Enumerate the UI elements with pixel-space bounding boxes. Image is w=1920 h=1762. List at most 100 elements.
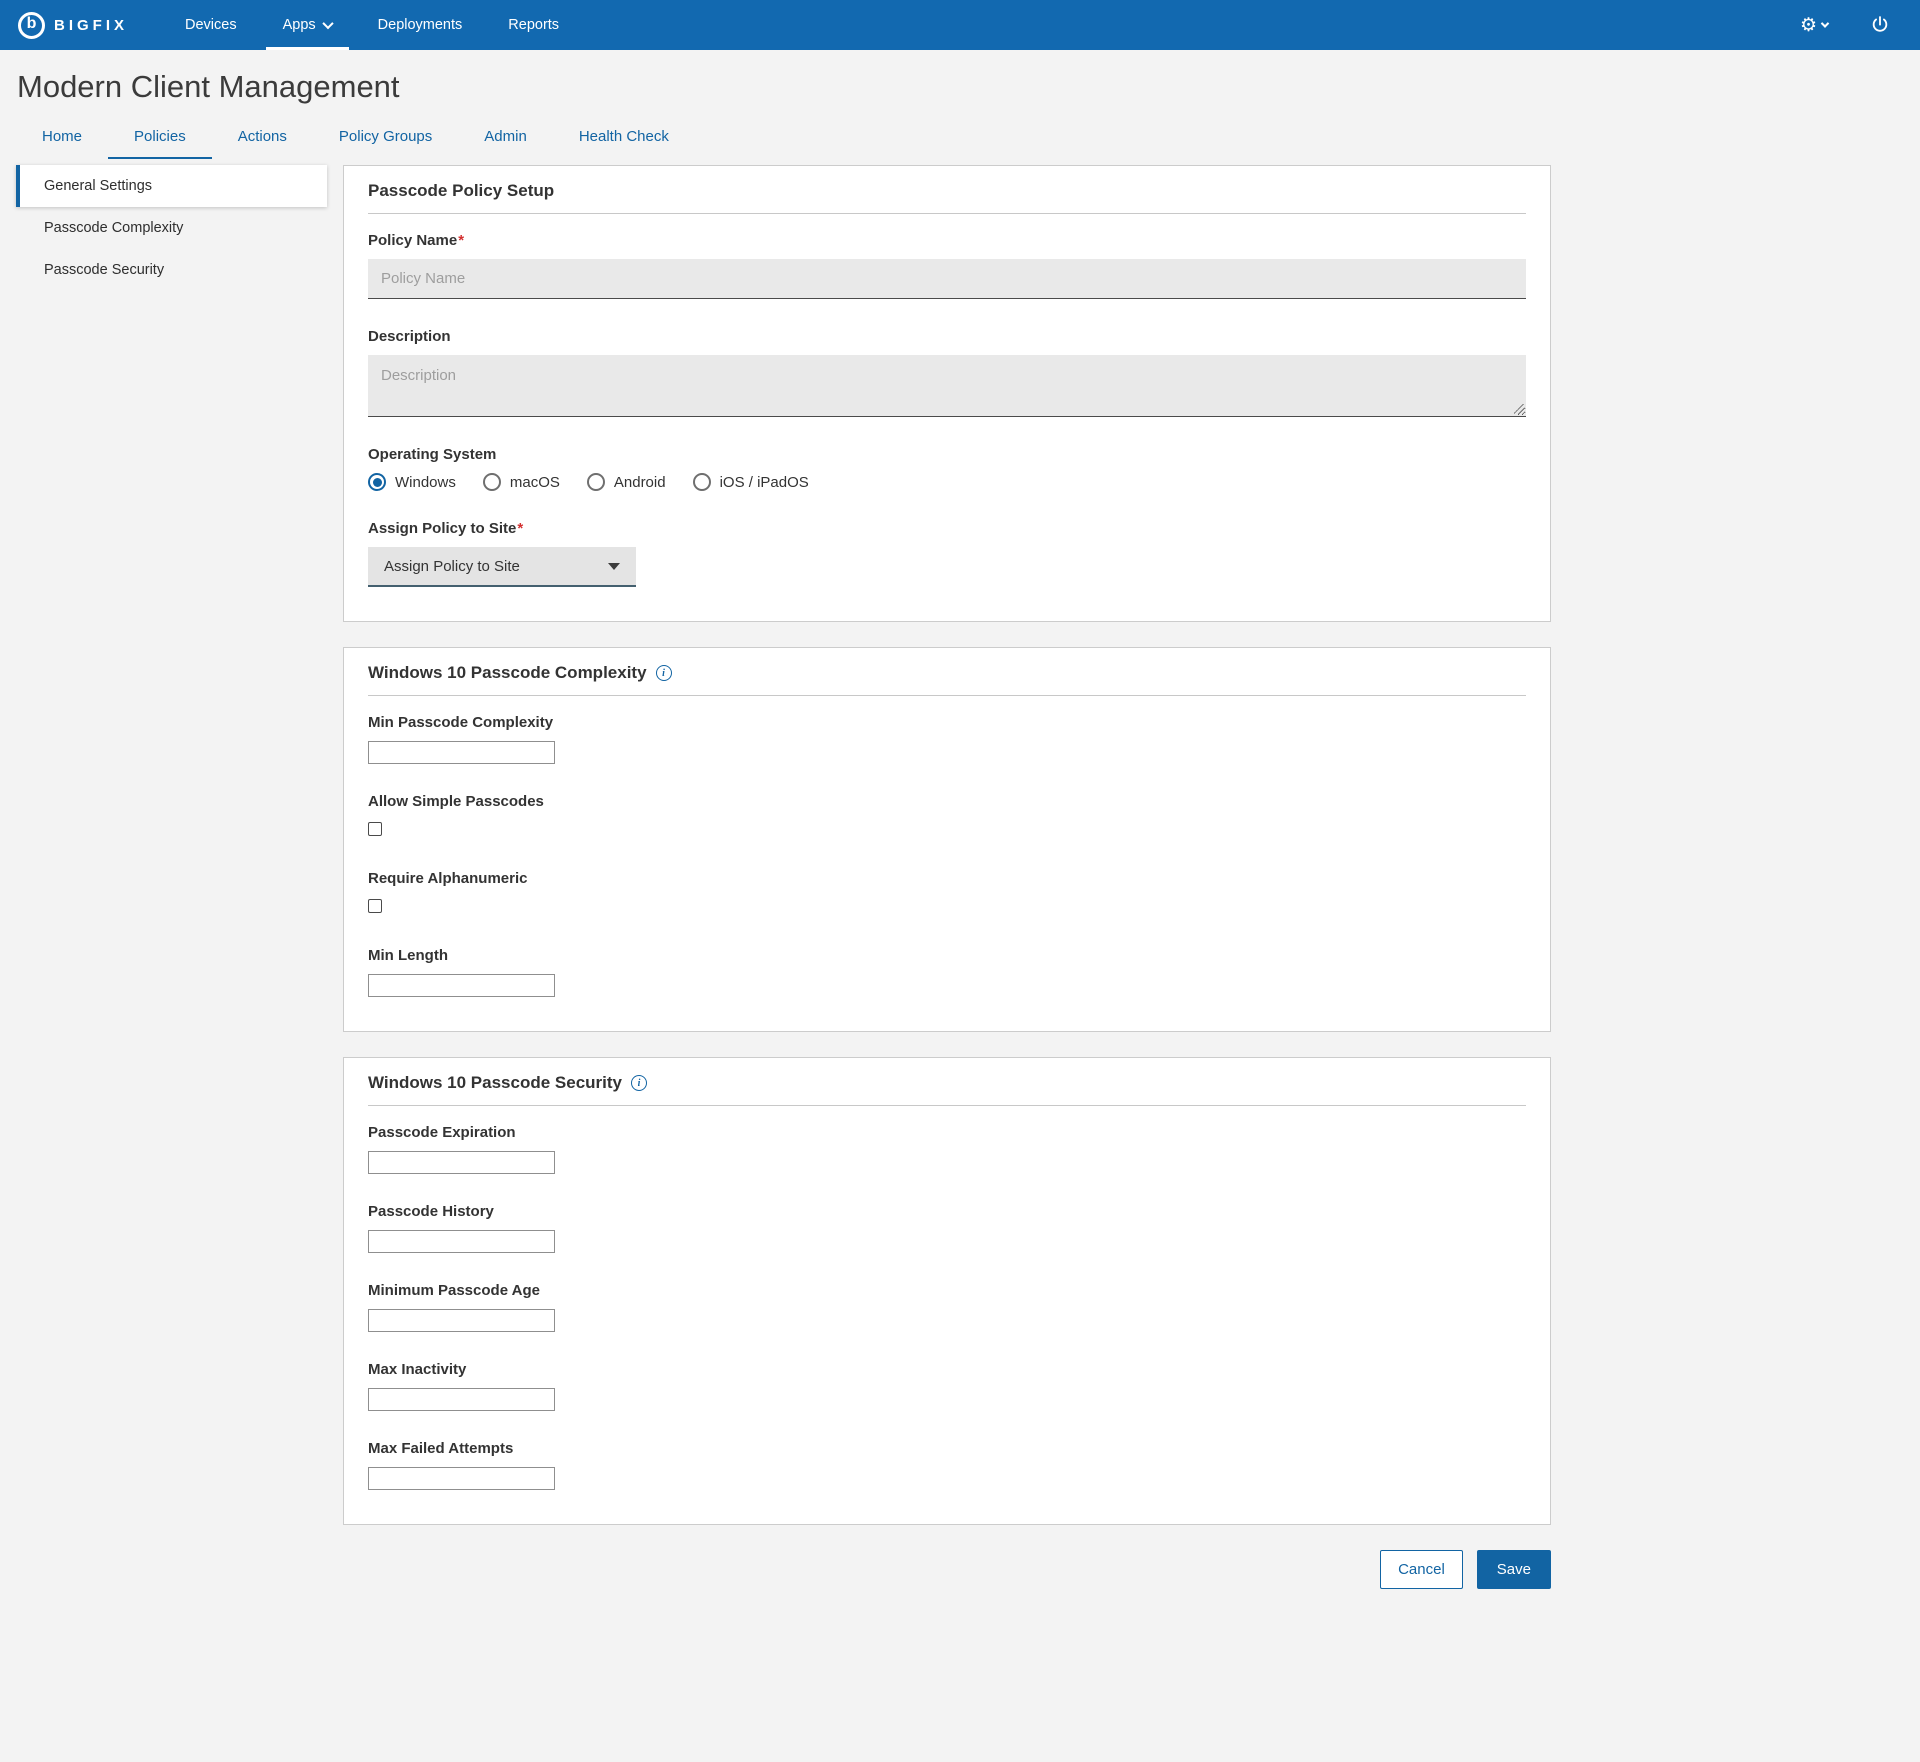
allow-simple-passcodes-field: Allow Simple Passcodes bbox=[368, 793, 1526, 841]
panel-title: Windows 10 Passcode Security i bbox=[368, 1073, 1526, 1106]
radio-selected-icon bbox=[368, 473, 386, 491]
assign-policy-site-dropdown[interactable]: Assign Policy to Site bbox=[368, 547, 636, 587]
info-icon[interactable]: i bbox=[631, 1075, 647, 1091]
operating-system-field: Operating System Windows macOS Android bbox=[368, 446, 1526, 491]
panel-title: Windows 10 Passcode Complexity i bbox=[368, 663, 1526, 696]
dropdown-selected-value: Assign Policy to Site bbox=[384, 558, 520, 575]
min-length-input[interactable] bbox=[368, 974, 555, 997]
policies-sidebar: General Settings Passcode Complexity Pas… bbox=[16, 165, 327, 291]
nav-item-apps-label: Apps bbox=[283, 17, 316, 33]
radio-android[interactable]: Android bbox=[587, 473, 666, 491]
field-label: Min Length bbox=[368, 947, 1526, 964]
panel-title: Passcode Policy Setup bbox=[368, 181, 1526, 214]
policy-name-input[interactable] bbox=[368, 259, 1526, 299]
description-field: Description bbox=[368, 328, 1526, 417]
passcode-expiration-input[interactable] bbox=[368, 1151, 555, 1174]
radio-label: macOS bbox=[510, 474, 560, 491]
radio-windows[interactable]: Windows bbox=[368, 473, 456, 491]
radio-label: Android bbox=[614, 474, 666, 491]
tab-actions[interactable]: Actions bbox=[212, 113, 313, 159]
power-icon bbox=[1870, 15, 1890, 35]
operating-system-label: Operating System bbox=[368, 446, 1526, 463]
passcode-history-input[interactable] bbox=[368, 1230, 555, 1253]
tab-home[interactable]: Home bbox=[16, 113, 108, 159]
nav-item-devices[interactable]: Devices bbox=[162, 0, 260, 50]
windows10-passcode-complexity-panel: Windows 10 Passcode Complexity i Min Pas… bbox=[343, 647, 1551, 1032]
tab-admin[interactable]: Admin bbox=[458, 113, 553, 159]
radio-icon bbox=[693, 473, 711, 491]
tab-policy-groups[interactable]: Policy Groups bbox=[313, 113, 458, 159]
assign-policy-site-field: Assign Policy to Site* Assign Policy to … bbox=[368, 520, 1526, 587]
description-textarea[interactable] bbox=[368, 355, 1526, 417]
main-content: Passcode Policy Setup Policy Name* Descr… bbox=[343, 165, 1551, 1589]
policy-name-field: Policy Name* bbox=[368, 232, 1526, 299]
max-inactivity-field: Max Inactivity bbox=[368, 1361, 1526, 1411]
field-label: Max Failed Attempts bbox=[368, 1440, 1526, 1457]
assign-policy-site-label: Assign Policy to Site* bbox=[368, 520, 1526, 537]
radio-icon bbox=[587, 473, 605, 491]
bigfix-brand[interactable]: b BIGFIX bbox=[18, 12, 128, 39]
chevron-down-icon bbox=[1821, 19, 1829, 27]
operating-system-radio-group: Windows macOS Android iOS / iPadOS bbox=[368, 473, 1526, 491]
radio-icon bbox=[483, 473, 501, 491]
min-passcode-complexity-input[interactable] bbox=[368, 741, 555, 764]
nav-item-deployments[interactable]: Deployments bbox=[355, 0, 486, 50]
max-inactivity-input[interactable] bbox=[368, 1388, 555, 1411]
main-nav: Devices Apps Deployments Reports bbox=[162, 0, 582, 50]
brand-name: BIGFIX bbox=[54, 17, 128, 34]
require-alphanumeric-field: Require Alphanumeric bbox=[368, 870, 1526, 918]
passcode-history-field: Passcode History bbox=[368, 1203, 1526, 1253]
passcode-policy-setup-panel: Passcode Policy Setup Policy Name* Descr… bbox=[343, 165, 1551, 622]
max-failed-attempts-input[interactable] bbox=[368, 1467, 555, 1490]
bigfix-logo-icon: b bbox=[18, 12, 45, 39]
allow-simple-passcodes-checkbox[interactable] bbox=[368, 822, 382, 836]
required-marker: * bbox=[517, 520, 523, 537]
logout-power-button[interactable] bbox=[1870, 15, 1890, 35]
tab-health-check[interactable]: Health Check bbox=[553, 113, 695, 159]
field-label: Passcode History bbox=[368, 1203, 1526, 1220]
page-title: Modern Client Management bbox=[0, 50, 1920, 113]
max-failed-attempts-field: Max Failed Attempts bbox=[368, 1440, 1526, 1490]
save-button[interactable]: Save bbox=[1477, 1550, 1551, 1589]
panel-title-text: Windows 10 Passcode Complexity bbox=[368, 663, 647, 683]
panel-title-text: Windows 10 Passcode Security bbox=[368, 1073, 622, 1093]
gear-icon: ⚙ bbox=[1800, 16, 1817, 35]
field-label: Max Inactivity bbox=[368, 1361, 1526, 1378]
nav-item-reports[interactable]: Reports bbox=[485, 0, 582, 50]
require-alphanumeric-checkbox[interactable] bbox=[368, 899, 382, 913]
required-marker: * bbox=[458, 232, 464, 249]
info-icon[interactable]: i bbox=[656, 665, 672, 681]
sidebar-item-passcode-security[interactable]: Passcode Security bbox=[16, 249, 327, 291]
min-length-field: Min Length bbox=[368, 947, 1526, 997]
minimum-passcode-age-input[interactable] bbox=[368, 1309, 555, 1332]
dropdown-caret-icon bbox=[608, 563, 620, 570]
radio-label: Windows bbox=[395, 474, 456, 491]
nav-item-apps[interactable]: Apps bbox=[260, 0, 355, 50]
panel-title-text: Passcode Policy Setup bbox=[368, 181, 554, 201]
sidebar-item-passcode-complexity[interactable]: Passcode Complexity bbox=[16, 207, 327, 249]
tab-policies[interactable]: Policies bbox=[108, 113, 212, 159]
min-passcode-complexity-field: Min Passcode Complexity bbox=[368, 714, 1526, 764]
field-label: Require Alphanumeric bbox=[368, 870, 1526, 887]
sidebar-item-general-settings[interactable]: General Settings bbox=[16, 165, 327, 207]
label-text: Policy Name bbox=[368, 232, 457, 249]
content-layout: General Settings Passcode Complexity Pas… bbox=[0, 159, 1920, 1589]
passcode-expiration-field: Passcode Expiration bbox=[368, 1124, 1526, 1174]
cancel-button[interactable]: Cancel bbox=[1380, 1550, 1463, 1589]
minimum-passcode-age-field: Minimum Passcode Age bbox=[368, 1282, 1526, 1332]
radio-ios-ipados[interactable]: iOS / iPadOS bbox=[693, 473, 809, 491]
field-label: Allow Simple Passcodes bbox=[368, 793, 1526, 810]
label-text: Assign Policy to Site bbox=[368, 520, 516, 537]
radio-label: iOS / iPadOS bbox=[720, 474, 809, 491]
description-label: Description bbox=[368, 328, 1526, 345]
policy-name-label: Policy Name* bbox=[368, 232, 1526, 249]
top-navigation-bar: b BIGFIX Devices Apps Deployments Report… bbox=[0, 0, 1920, 50]
windows10-passcode-security-panel: Windows 10 Passcode Security i Passcode … bbox=[343, 1057, 1551, 1525]
settings-menu-button[interactable]: ⚙ bbox=[1800, 16, 1828, 35]
field-label: Minimum Passcode Age bbox=[368, 1282, 1526, 1299]
field-label: Min Passcode Complexity bbox=[368, 714, 1526, 731]
chevron-down-icon bbox=[322, 18, 333, 29]
description-textarea-wrap bbox=[368, 355, 1526, 417]
radio-macos[interactable]: macOS bbox=[483, 473, 560, 491]
field-label: Passcode Expiration bbox=[368, 1124, 1526, 1141]
